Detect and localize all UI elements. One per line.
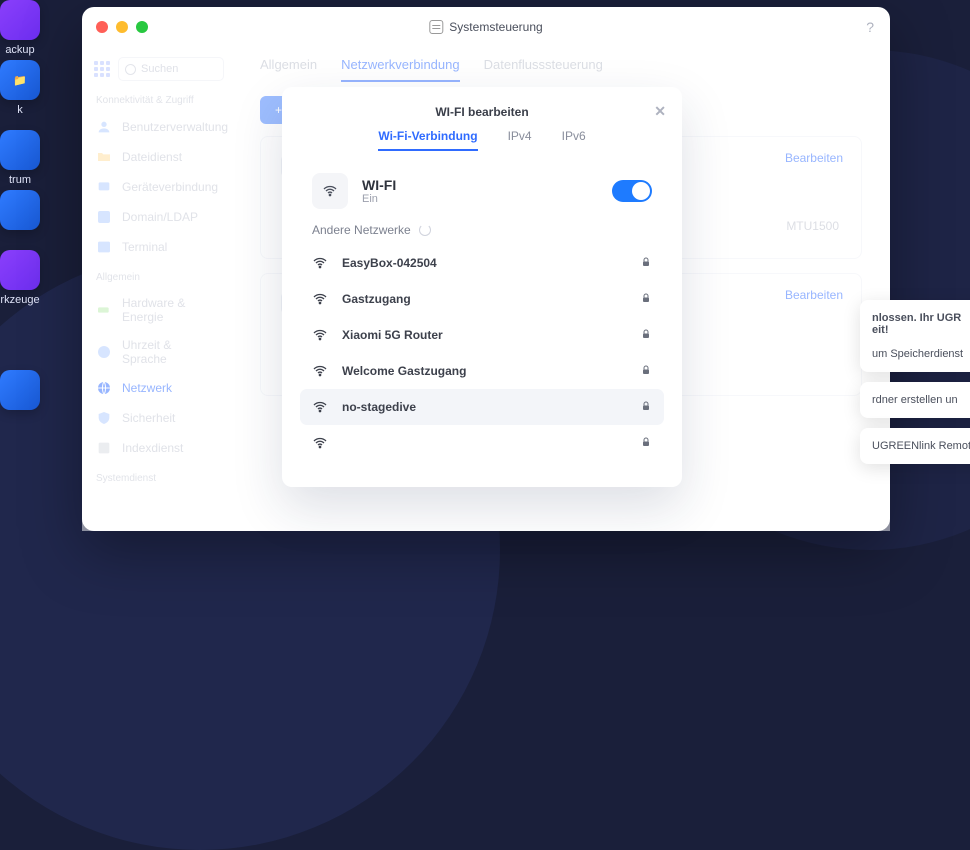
dock-item-center[interactable]: trum [0,130,40,186]
lock-icon [640,292,652,304]
maximize-window[interactable] [136,21,148,33]
network-item[interactable] [300,425,664,461]
wifi-label: WI-FI [362,177,396,193]
lock-icon [640,256,652,268]
close-window[interactable] [96,21,108,33]
loading-spinner-icon [419,224,431,236]
lock-icon [640,436,652,448]
network-item[interactable]: EasyBox-042504 [300,245,664,281]
lock-icon [640,364,652,376]
dock-item-backup[interactable]: ackup [0,0,40,56]
close-icon[interactable]: ✕ [654,103,666,120]
help-icon[interactable]: ? [866,19,874,35]
dock-item[interactable]: 📁k [0,60,40,116]
wifi-icon [312,435,328,451]
tab-ipv4[interactable]: IPv4 [508,129,532,151]
tab-wifi-connection[interactable]: Wi-Fi-Verbindung [378,129,477,151]
network-name: Gastzugang [342,292,411,306]
wifi-icon [312,291,328,307]
minimize-window[interactable] [116,21,128,33]
network-item[interactable]: Gastzugang [300,281,664,317]
titlebar: Systemsteuerung ? [82,7,890,47]
wifi-icon [312,363,328,379]
network-item[interactable]: Xiaomi 5G Router [300,317,664,353]
lock-icon [640,400,652,412]
network-item[interactable]: Welcome Gastzugang [300,353,664,389]
wifi-status: Ein [362,193,396,205]
settings-icon [429,20,443,34]
network-name: Welcome Gastzugang [342,364,466,378]
dock-item-tools[interactable]: rkzeuge [0,250,40,306]
wifi-icon [312,399,328,415]
window-title: Systemsteuerung [449,20,542,34]
tab-ipv6[interactable]: IPv6 [562,129,586,151]
dock-item[interactable] [0,190,40,234]
notification[interactable]: UGREENlink Remotezugriff erfahren [860,428,970,464]
network-name: EasyBox-042504 [342,256,437,270]
notification[interactable]: rdner erstellen un [860,382,970,418]
settings-window: Systemsteuerung ? Suchen Konnektivität &… [82,7,890,531]
other-networks-label: Andere Netzwerke [312,223,411,237]
network-item[interactable]: no-stagedive [300,389,664,425]
wifi-icon [312,173,348,209]
notification[interactable]: nlossen. Ihr UGReit!um Speicherdienst [860,300,970,372]
network-name: Xiaomi 5G Router [342,328,443,342]
network-name: no-stagedive [342,400,416,414]
dock-item[interactable] [0,370,40,414]
wifi-icon [312,327,328,343]
wifi-icon [312,255,328,271]
modal-title: WI-FI bearbeiten [435,105,528,119]
lock-icon [640,328,652,340]
wifi-edit-modal: WI-FI bearbeiten ✕ Wi-Fi-Verbindung IPv4… [282,87,682,487]
wifi-toggle[interactable] [612,180,652,202]
